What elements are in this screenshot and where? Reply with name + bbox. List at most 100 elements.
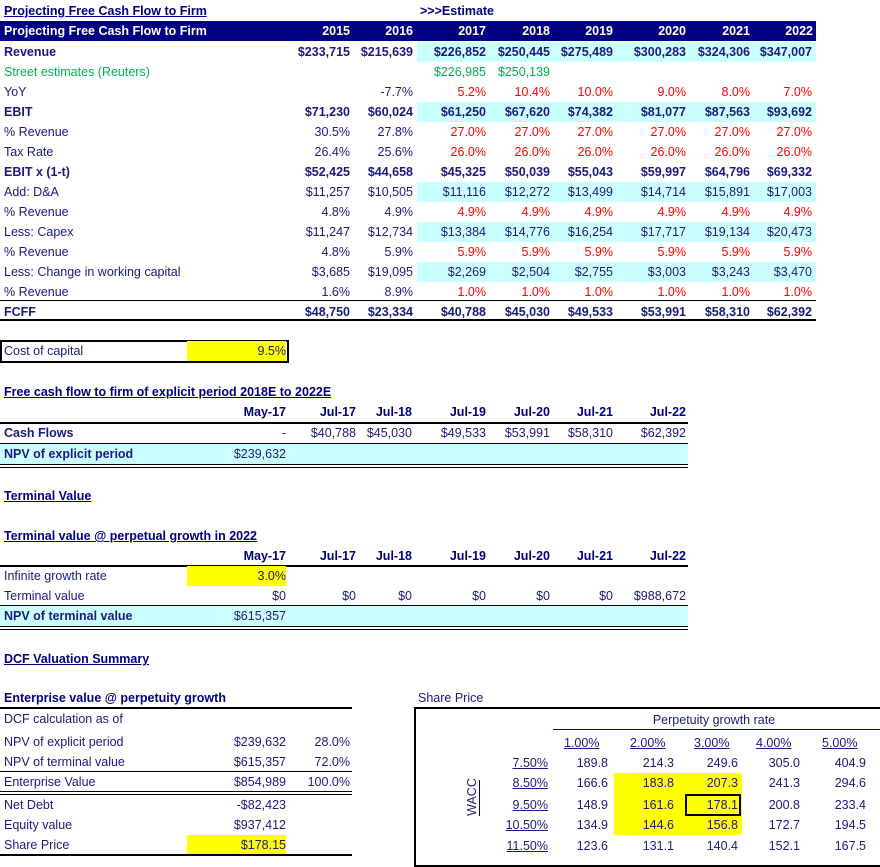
row-value: $64,796 (704, 165, 750, 179)
row-value[interactable]: 26.0% (549, 142, 613, 162)
terminal-value-label: Terminal value (4, 589, 85, 603)
sensitivity-value: 152.1 (768, 839, 800, 853)
row-value[interactable]: 27.0% (686, 122, 750, 142)
row-value[interactable]: 5.9% (422, 242, 487, 262)
row-value[interactable]: 4.9% (422, 202, 487, 222)
row-value[interactable]: 27.0% (422, 122, 486, 142)
summary-value: $937,412 (233, 818, 286, 832)
summary-row: Net Debt -$82,423 (0, 795, 352, 815)
row-value: $17,003 (766, 185, 812, 199)
row-value[interactable]: 5.2% (422, 82, 487, 102)
date-header: Jul-22 (649, 549, 686, 563)
projection-row: EBIT x (1-t) $52,425 $44,658 $45,325 $50,039… (0, 162, 816, 182)
row-value[interactable]: 4.9% (748, 202, 813, 222)
row-value: 5.9% (384, 245, 414, 259)
year-header: 2018 (522, 24, 550, 38)
projection-row: Street estimates (Reuters) $226,985 $250,1… (0, 62, 816, 82)
row-value[interactable]: 4.9% (549, 202, 614, 222)
row-value: $87,563 (704, 105, 750, 119)
summary-value: $239,632 (233, 735, 286, 749)
sensitivity-value: 156.8 (706, 818, 738, 832)
sensitivity-value: 233.4 (834, 798, 866, 812)
row-value[interactable]: 5.9% (748, 242, 813, 262)
row-value[interactable]: 1.0% (422, 282, 487, 302)
summary-value: $615,357 (233, 755, 286, 769)
row-label: Revenue (4, 45, 57, 59)
sensitivity-value: 166.6 (576, 776, 608, 790)
row-value[interactable]: 27.0% (622, 122, 686, 142)
row-value[interactable]: 26.0% (486, 142, 550, 162)
projection-row: Revenue $233,715 $215,639 $226,852 $250,445 $… (0, 42, 816, 62)
row-value[interactable]: 8.0% (686, 82, 751, 102)
row-value: $15,891 (704, 185, 750, 199)
ev-title: Enterprise value @ perpetuity growth (4, 691, 226, 705)
terminal-value: $0 (599, 589, 613, 603)
row-value: $13,499 (567, 185, 613, 199)
row-value: 4.8% (321, 245, 351, 259)
row-value[interactable]: 1.0% (486, 282, 551, 302)
year-header: 2021 (722, 24, 750, 38)
row-value (748, 62, 812, 82)
row-value (549, 62, 613, 82)
row-value[interactable]: 10.4% (486, 82, 550, 102)
row-value: $74,382 (567, 105, 613, 119)
wacc-axis-line (479, 780, 480, 816)
row-value[interactable]: 27.0% (486, 122, 550, 142)
row-value[interactable]: 1.0% (686, 282, 751, 302)
sensitivity-value: 194.5 (834, 818, 866, 832)
npv-explicit-double-border (0, 464, 688, 468)
projection-section-title: Projecting Free Cash Flow to Firm (4, 4, 207, 18)
row-value: $324,306 (697, 45, 750, 59)
row-value[interactable]: 10.0% (549, 82, 613, 102)
row-value: $55,043 (567, 165, 613, 179)
wacc-header: 11.50% (506, 839, 548, 853)
growth-rate-input[interactable]: 3.0% (187, 566, 286, 586)
row-value[interactable]: 27.0% (748, 122, 812, 142)
row-value[interactable]: 27.0% (549, 122, 613, 142)
row-value[interactable]: 1.0% (549, 282, 614, 302)
growth-rate-header: 2.00% (630, 736, 666, 750)
row-value[interactable]: 4.9% (486, 202, 551, 222)
row-value: $233,715 (297, 45, 350, 59)
sensitivity-value: 123.6 (576, 839, 608, 853)
terminal-value: $0 (536, 589, 550, 603)
row-value: $2,269 (447, 265, 486, 279)
row-value: $61,250 (440, 105, 486, 119)
terminal-title: Terminal value @ perpetual growth in 202… (4, 529, 257, 543)
row-value[interactable]: 4.9% (686, 202, 751, 222)
sensitivity-value: 404.9 (834, 756, 866, 770)
sensitivity-value: 189.8 (576, 756, 608, 770)
row-value[interactable]: 5.9% (549, 242, 614, 262)
npv-explicit-label: NPV of explicit period (4, 447, 134, 461)
row-value: $12,734 (367, 225, 413, 239)
row-value: $44,658 (367, 165, 413, 179)
summary-value: -$82,423 (236, 798, 286, 812)
row-value[interactable]: 5.9% (686, 242, 751, 262)
growth-rate-header: 3.00% (694, 736, 730, 750)
row-value[interactable]: 9.0% (622, 82, 687, 102)
row-value[interactable]: 7.0% (748, 82, 813, 102)
row-value: $20,473 (766, 225, 812, 239)
row-value (286, 82, 350, 102)
row-value[interactable]: 26.0% (748, 142, 812, 162)
summary-label: Net Debt (4, 798, 54, 812)
row-value[interactable]: 4.9% (622, 202, 687, 222)
cost-of-capital-input[interactable]: 9.5% (187, 341, 286, 361)
cash-flows-row: Cash Flows - $40,788 $45,030 $49,533 $53… (0, 423, 688, 443)
row-value[interactable]: 26.0% (422, 142, 486, 162)
row-value[interactable]: 5.9% (486, 242, 551, 262)
cost-of-capital-label: Cost of capital (4, 344, 84, 358)
row-value[interactable]: 5.9% (622, 242, 687, 262)
row-value[interactable]: 1.0% (622, 282, 687, 302)
summary-pct (290, 795, 350, 815)
row-value[interactable]: 26.0% (622, 142, 686, 162)
summary-value: $854,989 (233, 775, 286, 789)
row-value: $12,272 (504, 185, 550, 199)
row-label: YoY (4, 85, 27, 99)
date-header: Jul-21 (576, 549, 613, 563)
sensitivity-value: 214.3 (642, 756, 674, 770)
summary-pct (290, 709, 350, 729)
row-value[interactable]: 26.0% (686, 142, 750, 162)
row-value: $300,283 (633, 45, 686, 59)
row-value[interactable]: 1.0% (748, 282, 813, 302)
